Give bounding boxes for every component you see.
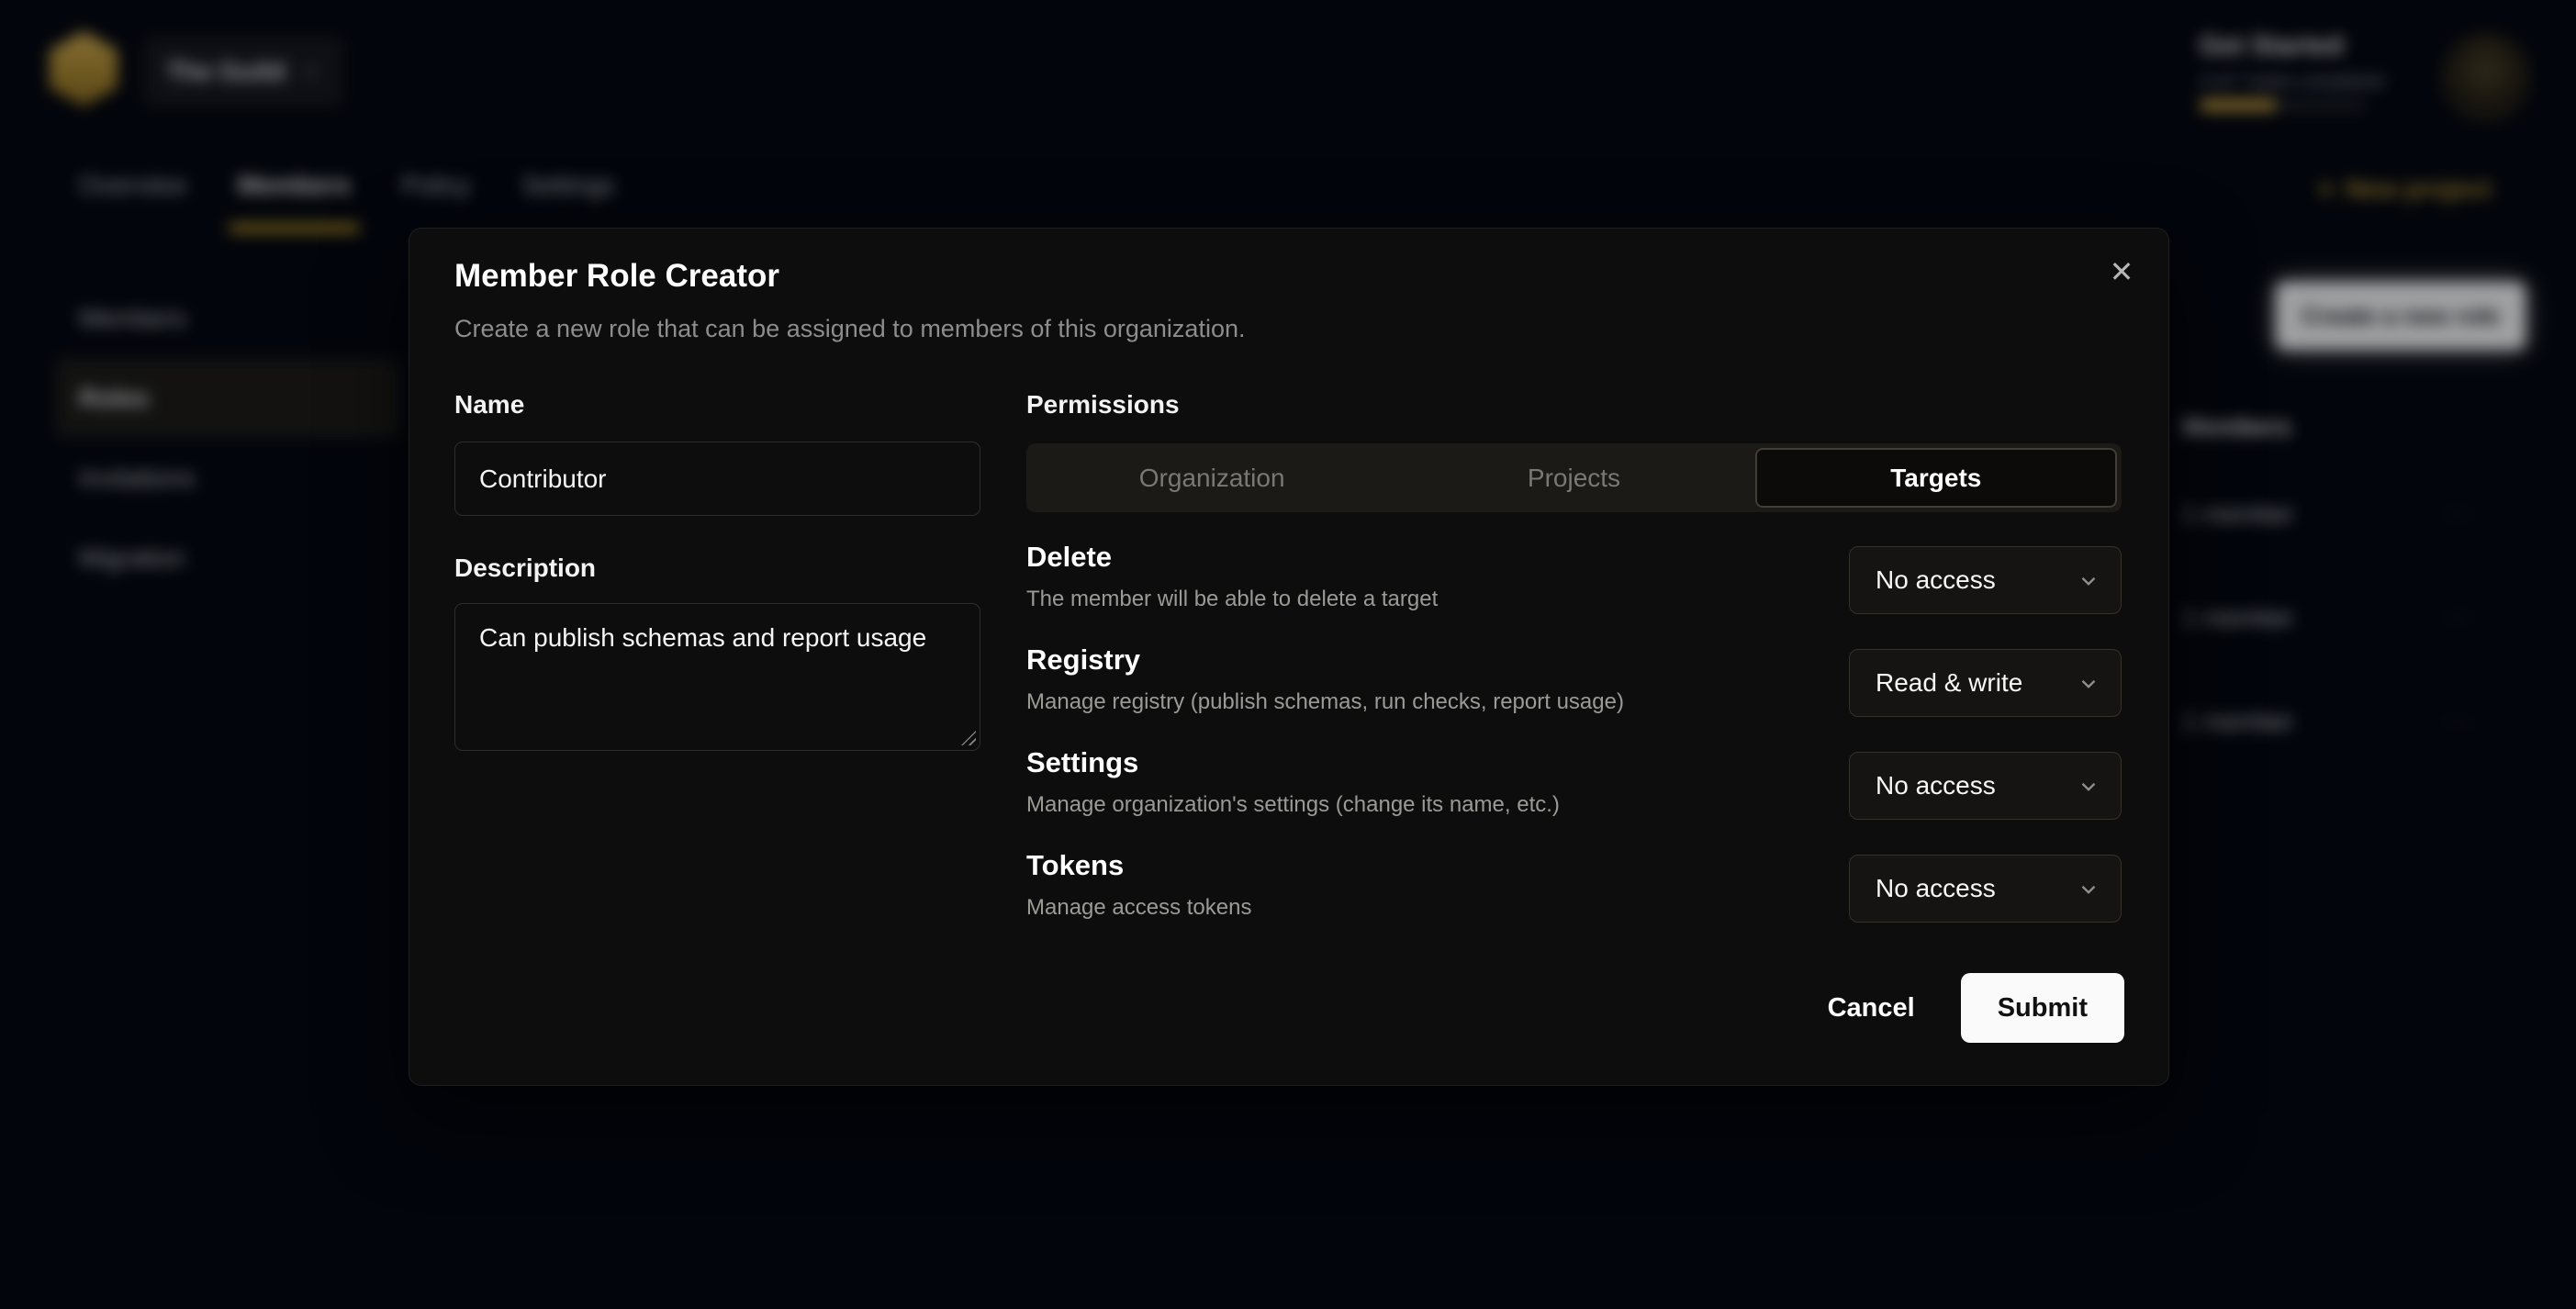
dialog-subtitle: Create a new role that can be assigned t… bbox=[454, 315, 1245, 343]
access-select-settings[interactable]: No access bbox=[1849, 752, 2122, 820]
access-select-value: No access bbox=[1876, 771, 1996, 800]
permission-row-tokens: Tokens Manage access tokens No access bbox=[1026, 855, 2123, 924]
close-icon[interactable]: ✕ bbox=[2100, 251, 2143, 293]
permission-description: Manage organization's settings (change i… bbox=[1026, 792, 1560, 818]
scope-tab-targets[interactable]: Targets bbox=[1755, 448, 2117, 508]
dialog-title: Member Role Creator bbox=[454, 258, 779, 295]
chevron-down-icon bbox=[2077, 878, 2100, 901]
chevron-down-icon bbox=[2077, 672, 2100, 696]
access-select-value: No access bbox=[1876, 565, 1996, 595]
screen: The Guild Get Started 4 of 7 tasks compl… bbox=[0, 0, 2576, 1309]
name-label: Name bbox=[454, 390, 524, 420]
access-select-delete[interactable]: No access bbox=[1849, 546, 2122, 614]
access-select-value: No access bbox=[1876, 874, 1996, 903]
scope-tab-organization[interactable]: Organization bbox=[1031, 448, 1393, 508]
cancel-button[interactable]: Cancel bbox=[1806, 979, 1937, 1038]
description-field-wrap: Can publish schemas and report usage bbox=[454, 603, 980, 751]
chevron-down-icon bbox=[2077, 569, 2100, 593]
permission-title: Tokens bbox=[1026, 849, 1124, 882]
permission-row-registry: Registry Manage registry (publish schema… bbox=[1026, 649, 2123, 719]
permission-title: Delete bbox=[1026, 541, 1112, 574]
scope-tab-projects[interactable]: Projects bbox=[1393, 448, 1754, 508]
submit-button[interactable]: Submit bbox=[1961, 973, 2124, 1043]
permissions-scope-tabs: Organization Projects Targets bbox=[1026, 443, 2122, 512]
access-select-registry[interactable]: Read & write bbox=[1849, 649, 2122, 717]
access-select-tokens[interactable]: No access bbox=[1849, 855, 2122, 923]
permission-row-settings: Settings Manage organization's settings … bbox=[1026, 752, 2123, 822]
role-name-input[interactable] bbox=[454, 442, 980, 516]
permission-title: Settings bbox=[1026, 746, 1138, 779]
permission-description: Manage access tokens bbox=[1026, 895, 1251, 921]
member-role-creator-dialog: Member Role Creator Create a new role th… bbox=[409, 228, 2169, 1086]
role-description-textarea[interactable]: Can publish schemas and report usage bbox=[454, 603, 980, 751]
access-select-value: Read & write bbox=[1876, 668, 2022, 698]
description-label: Description bbox=[454, 554, 596, 583]
permission-row-delete: Delete The member will be able to delete… bbox=[1026, 546, 2123, 616]
dialog-footer: Cancel Submit bbox=[1806, 973, 2124, 1043]
permission-description: Manage registry (publish schemas, run ch… bbox=[1026, 689, 1624, 715]
permission-title: Registry bbox=[1026, 643, 1140, 677]
permissions-label: Permissions bbox=[1026, 390, 1180, 420]
permission-description: The member will be able to delete a targ… bbox=[1026, 587, 1438, 612]
chevron-down-icon bbox=[2077, 775, 2100, 799]
permission-sections: Delete The member will be able to delete… bbox=[1026, 546, 2123, 957]
